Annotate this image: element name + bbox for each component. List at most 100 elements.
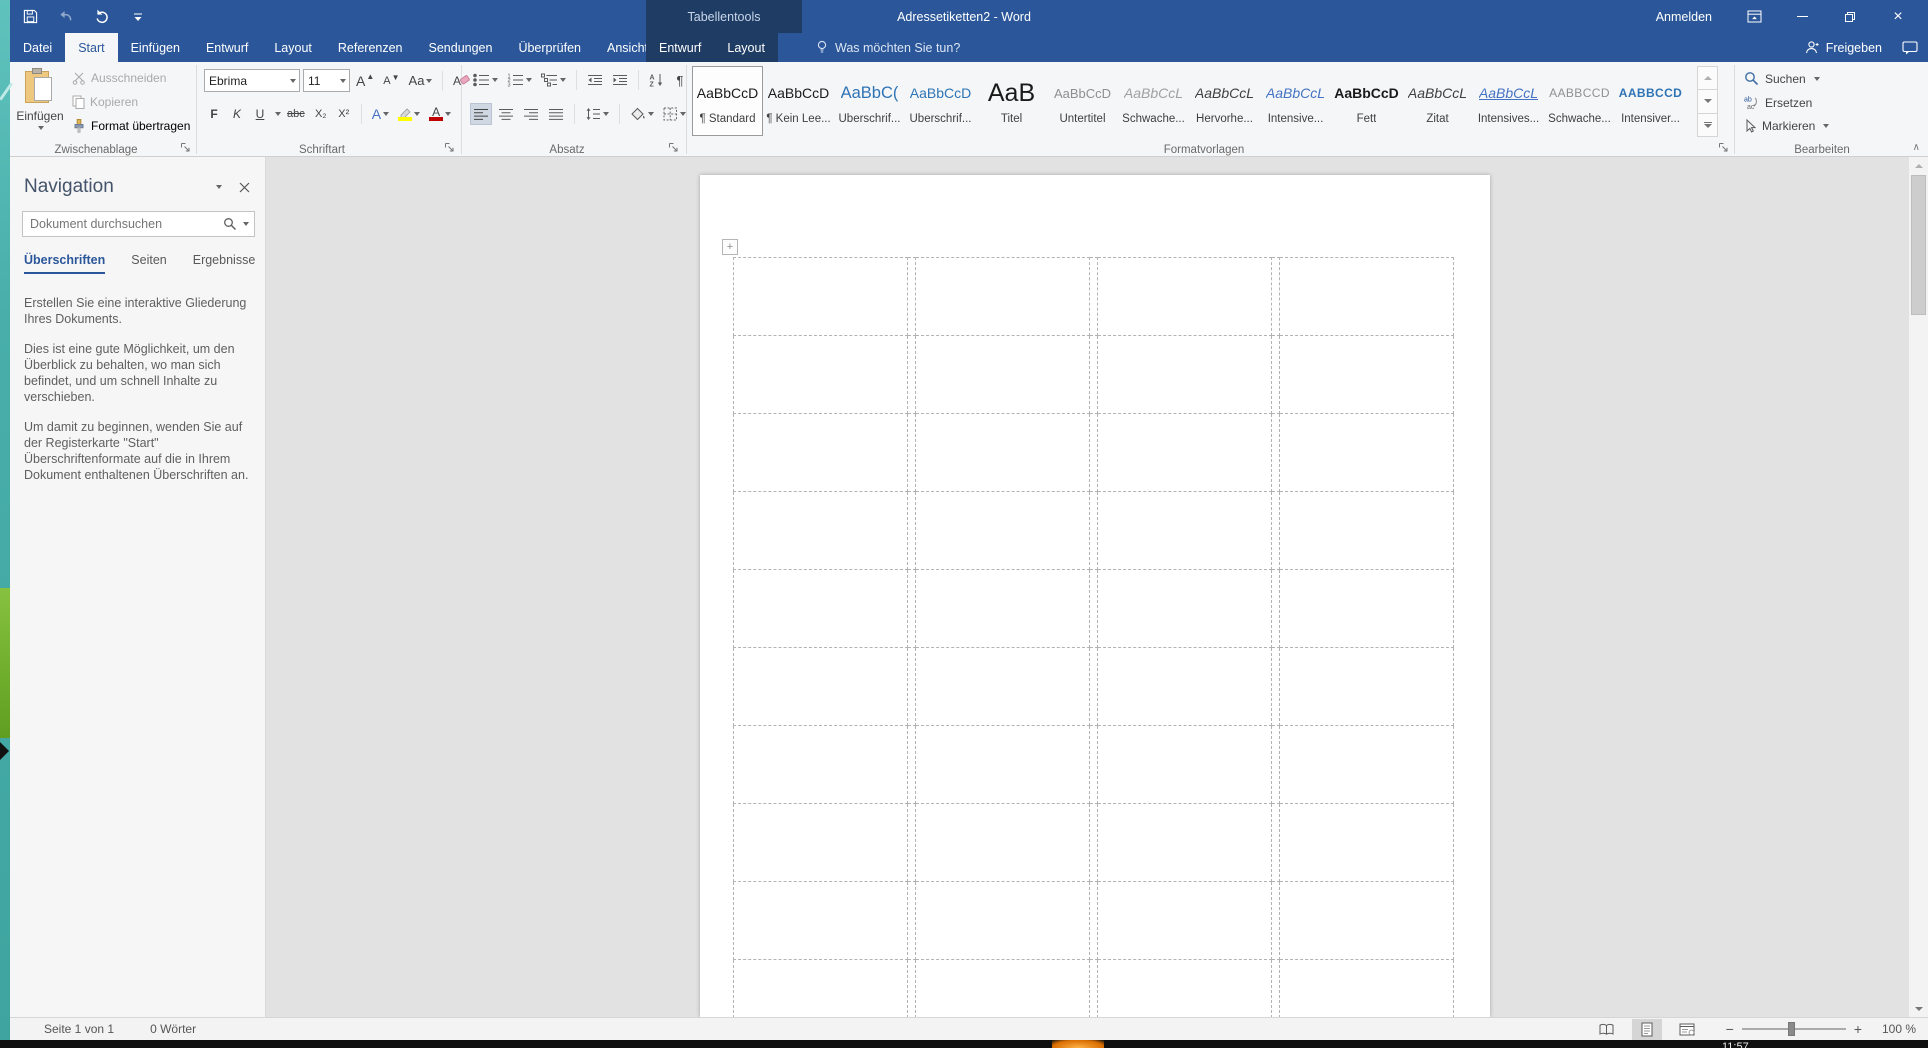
web-layout-button[interactable] — [1672, 1019, 1702, 1040]
navigation-close-icon[interactable] — [231, 176, 257, 198]
style-schwache-hervorhebung[interactable]: AaBbCcLSchwache... — [1118, 66, 1189, 136]
label-cell[interactable] — [1098, 414, 1272, 492]
read-mode-button[interactable] — [1592, 1019, 1622, 1040]
tab-datei[interactable]: Datei — [10, 33, 65, 62]
minimize-button[interactable] — [1782, 0, 1822, 33]
gallery-scroll-down-icon[interactable] — [1697, 89, 1718, 113]
label-cell[interactable] — [916, 570, 1090, 648]
tab-referenzen[interactable]: Referenzen — [325, 33, 416, 62]
format-painter-button[interactable]: Format übertragen — [72, 119, 190, 133]
tab-entwurf[interactable]: Entwurf — [193, 33, 261, 62]
label-cell[interactable] — [1098, 570, 1272, 648]
tab-einfuegen[interactable]: Einfügen — [118, 33, 193, 62]
label-cell[interactable] — [916, 960, 1090, 1018]
zoom-slider-thumb[interactable] — [1788, 1022, 1795, 1036]
style-intensives-zitat[interactable]: AaBbCcLIntensives... — [1473, 66, 1544, 136]
style-intensive-hervorhebung[interactable]: AaBbCcLIntensive... — [1260, 66, 1331, 136]
show-paragraph-marks-button[interactable]: ¶ — [670, 69, 690, 91]
copy-button[interactable]: Kopieren — [72, 95, 138, 109]
nav-search-box[interactable] — [22, 211, 255, 237]
style-fett[interactable]: AaBbCcDFett — [1331, 66, 1402, 136]
style-kein-leerraum[interactable]: AaBbCcD¶ Kein Lee... — [763, 66, 834, 136]
label-cell[interactable] — [1280, 570, 1454, 648]
dialog-launcher-icon[interactable] — [1718, 142, 1730, 154]
label-cell[interactable] — [734, 648, 908, 726]
zoom-out-button[interactable]: − — [1726, 1021, 1734, 1037]
tab-layout[interactable]: Layout — [261, 33, 325, 62]
underline-button[interactable]: U — [250, 103, 270, 125]
cut-button[interactable]: Ausschneiden — [72, 71, 166, 85]
label-cell[interactable] — [734, 336, 908, 414]
scroll-up-icon[interactable] — [1909, 157, 1928, 174]
label-cell[interactable] — [916, 648, 1090, 726]
style-zitat[interactable]: AaBbCcLZitat — [1402, 66, 1473, 136]
label-cell[interactable] — [1280, 882, 1454, 960]
dialog-launcher-icon[interactable] — [180, 142, 192, 154]
tab-ueberpruefen[interactable]: Überprüfen — [505, 33, 594, 62]
scrollbar-thumb[interactable] — [1911, 175, 1926, 315]
increase-indent-button[interactable] — [609, 69, 631, 91]
zoom-slider[interactable] — [1742, 1028, 1846, 1030]
contextual-tab-layout[interactable]: Layout — [714, 33, 778, 62]
shrink-font-button[interactable]: A▼ — [380, 70, 402, 92]
label-cell[interactable] — [734, 258, 908, 336]
label-cell[interactable] — [1098, 726, 1272, 804]
label-cell[interactable] — [1098, 804, 1272, 882]
label-cell[interactable] — [734, 414, 908, 492]
label-cell[interactable] — [1098, 336, 1272, 414]
label-cell[interactable] — [1280, 960, 1454, 1018]
style-standard[interactable]: AaBbCcD¶ Standard — [692, 66, 763, 136]
style-intensiver-verweis[interactable]: AABBCCDIntensiver... — [1615, 66, 1686, 136]
label-cell[interactable] — [1098, 648, 1272, 726]
select-button[interactable]: Markieren — [1744, 119, 1829, 133]
multilevel-list-button[interactable] — [538, 69, 569, 91]
font-name-input[interactable] — [205, 74, 288, 88]
gallery-more-icon[interactable] — [1697, 113, 1718, 137]
strikethrough-button[interactable]: abc — [284, 103, 308, 125]
label-cell[interactable] — [734, 882, 908, 960]
style-ueberschrift-2[interactable]: AaBbCcDÜberschrif... — [905, 66, 976, 136]
subscript-button[interactable]: X₂ — [311, 103, 331, 125]
italic-button[interactable]: K — [227, 103, 247, 125]
style-schwacher-verweis[interactable]: AABBCCDSchwache... — [1544, 66, 1615, 136]
dialog-launcher-icon[interactable] — [668, 142, 680, 154]
page-indicator[interactable]: Seite 1 von 1 — [44, 1022, 114, 1036]
dialog-launcher-icon[interactable] — [444, 142, 456, 154]
style-hervorhebung[interactable]: AaBbCcLHervorhe... — [1189, 66, 1260, 136]
nav-search-input[interactable] — [23, 217, 223, 231]
zoom-in-button[interactable]: + — [1854, 1021, 1862, 1037]
change-case-button[interactable]: Aa — [406, 70, 436, 92]
font-name-combo[interactable] — [204, 69, 300, 92]
nav-tab-ueberschriften[interactable]: Überschriften — [24, 253, 105, 274]
navigation-options-icon[interactable] — [205, 176, 231, 198]
superscript-button[interactable]: X² — [334, 103, 354, 125]
word-count[interactable]: 0 Wörter — [150, 1022, 196, 1036]
gallery-scroll-up-icon[interactable] — [1697, 66, 1718, 90]
justify-button[interactable] — [545, 103, 567, 125]
tellme-box[interactable]: Was möchten Sie tun? — [816, 33, 960, 62]
align-right-button[interactable] — [520, 103, 542, 125]
collapse-ribbon-icon[interactable]: ∧ — [1913, 142, 1920, 153]
label-cell[interactable] — [1280, 726, 1454, 804]
label-cell[interactable] — [1098, 960, 1272, 1018]
label-cell[interactable] — [734, 492, 908, 570]
label-cell[interactable] — [734, 726, 908, 804]
label-cell[interactable] — [1280, 414, 1454, 492]
font-color-button[interactable]: A — [426, 103, 454, 125]
redo-icon[interactable] — [92, 6, 112, 28]
close-button[interactable]: × — [1878, 0, 1918, 33]
print-layout-button[interactable] — [1632, 1019, 1662, 1040]
style-ueberschrift-1[interactable]: AaBbC(Überschrif... — [834, 66, 905, 136]
label-cell[interactable] — [916, 726, 1090, 804]
sort-button[interactable]: AZ — [646, 69, 667, 91]
bullet-list-button[interactable] — [470, 69, 501, 91]
label-cell[interactable] — [1280, 648, 1454, 726]
bold-button[interactable]: F — [204, 103, 224, 125]
save-button[interactable] — [20, 6, 40, 28]
share-button[interactable]: Freigeben — [1805, 33, 1882, 62]
comments-button[interactable] — [1902, 33, 1918, 62]
label-cell[interactable] — [916, 882, 1090, 960]
borders-button[interactable] — [660, 103, 689, 125]
label-cell[interactable] — [1098, 492, 1272, 570]
label-cell[interactable] — [734, 804, 908, 882]
